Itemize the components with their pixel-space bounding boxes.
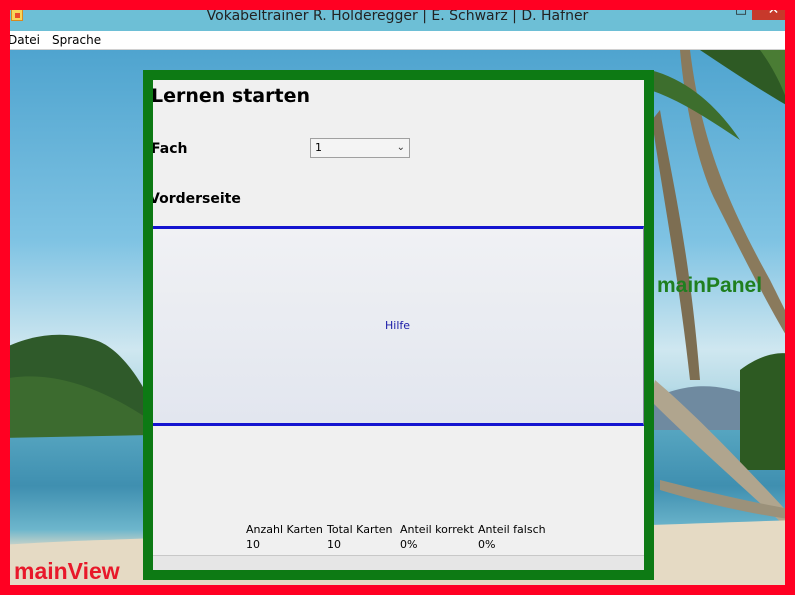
- maximize-button[interactable]: □: [728, 0, 754, 20]
- stat-label: Anzahl Karten: [246, 523, 323, 536]
- stat-anteil-korrekt: Anteil korrekt 0%: [400, 523, 474, 551]
- close-button[interactable]: ✕: [752, 0, 795, 20]
- fach-dropdown[interactable]: 1 ⌄: [310, 138, 410, 158]
- menu-item-datei[interactable]: Datei: [0, 33, 44, 47]
- fach-selected-value: 1: [315, 141, 322, 154]
- chevron-down-icon: ⌄: [396, 142, 405, 153]
- stat-anzahl-karten: Anzahl Karten 10: [246, 523, 323, 551]
- menu-item-sprache[interactable]: Sprache: [44, 33, 105, 47]
- stat-total-karten: Total Karten 10: [327, 523, 393, 551]
- stat-value: 0%: [400, 538, 418, 551]
- minimize-button[interactable]: –: [703, 0, 729, 20]
- stat-label: Total Karten: [327, 523, 393, 536]
- app-icon: [11, 9, 23, 21]
- stat-value: 10: [327, 538, 341, 551]
- stat-anteil-falsch: Anteil falsch 0%: [478, 523, 546, 551]
- title-bar: Vokabeltrainer R. Holderegger | E. Schwa…: [0, 0, 795, 31]
- vorderseite-label: Vorderseite: [149, 191, 241, 207]
- fach-label: Fach: [151, 141, 188, 157]
- stat-value: 0%: [478, 538, 496, 551]
- main-panel: Lernen starten Fach 1 ⌄ Vorderseite Hilf…: [143, 70, 654, 580]
- stat-label: Anteil falsch: [478, 523, 546, 536]
- window-title: Vokabeltrainer R. Holderegger | E. Schwa…: [206, 7, 589, 24]
- status-strip: [153, 555, 644, 570]
- menu-bar: Datei Sprache: [0, 31, 795, 50]
- card-display-area[interactable]: Hilfe: [153, 226, 644, 426]
- stat-value: 10: [246, 538, 260, 551]
- main-view-annotation: mainView: [14, 558, 120, 584]
- stat-label: Anteil korrekt: [400, 523, 474, 536]
- hilfe-link[interactable]: Hilfe: [385, 319, 410, 332]
- main-panel-annotation: mainPanel: [657, 274, 763, 297]
- page-title: Lernen starten: [151, 85, 310, 107]
- app-window: Vokabeltrainer R. Holderegger | E. Schwa…: [0, 0, 795, 595]
